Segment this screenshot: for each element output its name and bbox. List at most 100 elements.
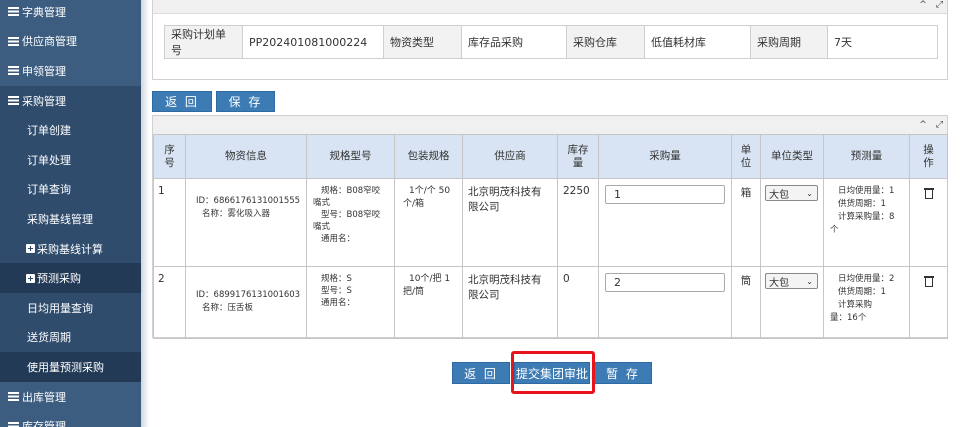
row-number: 2 <box>153 266 186 339</box>
package-line: 个/箱 <box>403 199 425 209</box>
list-icon <box>8 7 19 16</box>
back-button[interactable]: 返 回 <box>152 91 212 112</box>
item-name: 名称：压舌板 <box>202 303 254 313</box>
collapse-icon[interactable]: ^ <box>919 0 927 10</box>
generic-name-line: 通用名： <box>321 234 356 244</box>
forecast-line: 日均使用量：2 <box>838 274 895 284</box>
sidebar-item-outbound[interactable]: 出库管理 <box>0 381 141 412</box>
model-line: 型号：B08窄咬 <box>321 210 381 220</box>
list-icon <box>8 96 19 105</box>
plan-no-value: PP202401081000224 <box>242 25 384 59</box>
sidebar-shadow <box>141 0 149 427</box>
panel-header: ^ ⤢ <box>153 116 947 135</box>
sidebar-item-usage-forecast[interactable]: 使用量预测采购 <box>0 352 141 382</box>
col-header: 单位 <box>731 134 761 179</box>
spec-line: 规格：S <box>321 274 352 284</box>
plus-icon <box>26 244 35 254</box>
chevron-down-icon: ⌄ <box>806 276 813 286</box>
chevron-down-icon: ⌄ <box>806 188 813 198</box>
forecast-line: 量：16个 <box>830 313 867 323</box>
spec-line: 嘴式 <box>313 198 331 208</box>
sidebar-item-inventory[interactable]: 库存管理 <box>0 411 141 427</box>
col-header: 操作 <box>909 134 948 179</box>
warehouse-value: 低值耗材库 <box>644 25 751 59</box>
item-spec: 规格：B08窄咬 嘴式 型号：B08窄咬 嘴式 通用名： <box>306 178 395 267</box>
item-supplier: 北京明茂科技有 限公司 <box>462 266 558 339</box>
trash-icon[interactable] <box>923 275 934 287</box>
item-qty-cell <box>598 266 732 339</box>
item-stock: 2250 <box>557 178 599 267</box>
item-id: ID：6866176131001555 <box>196 196 301 206</box>
type-label: 物资类型 <box>383 25 462 59</box>
table-row: 2 ID：6899176131001603 名称：压舌板 规格：S 型号：S 通… <box>153 266 948 339</box>
table-row: 1 ID：6866176131001555 名称：雾化吸入器 规格：B08窄咬 … <box>153 178 948 267</box>
sidebar-item-order-process[interactable]: 订单处理 <box>0 144 141 175</box>
period-value: 7天 <box>827 25 938 59</box>
sidebar: 字典管理 供应商管理 申领管理 采购管理 订单创建 订单处理 订单查询 采购基线… <box>0 0 141 427</box>
col-header-label: 序号 <box>164 143 175 169</box>
sidebar-item-label: 申领管理 <box>22 64 66 78</box>
sidebar-item-dictionary[interactable]: 字典管理 <box>0 0 141 27</box>
sidebar-item-supplier[interactable]: 供应商管理 <box>0 26 141 57</box>
sidebar-item-label: 供应商管理 <box>22 35 77 49</box>
sidebar-item-forecast-purchase[interactable]: 预测采购 <box>0 263 141 293</box>
sidebar-item-label: 出库管理 <box>22 390 66 404</box>
model-line: 嘴式 <box>313 222 331 232</box>
sidebar-item-label: 日均用量查询 <box>27 301 93 315</box>
col-header-label: 单位 <box>740 143 752 169</box>
panel-header: ^ ⤢ <box>153 0 947 14</box>
expand-icon[interactable]: ⤢ <box>936 120 943 130</box>
sidebar-item-order-create[interactable]: 订单创建 <box>0 115 141 145</box>
back-bottom-button[interactable]: 返 回 <box>452 362 510 384</box>
item-id: ID：6899176131001603 <box>196 290 301 300</box>
supplier-line: 限公司 <box>468 289 500 301</box>
forecast-line: 个 <box>830 225 839 235</box>
item-actions <box>909 178 948 267</box>
sidebar-item-purchase[interactable]: 采购管理 <box>0 85 141 116</box>
item-stock: 0 <box>557 266 599 339</box>
supplier-line: 限公司 <box>468 201 500 213</box>
list-icon <box>8 66 19 75</box>
sidebar-item-label: 字典管理 <box>22 5 66 19</box>
generic-name-line: 通用名： <box>321 298 356 308</box>
plan-info-table: 采购计划单号 PP202401081000224 物资类型 库存品采购 采购仓库… <box>164 25 938 59</box>
sidebar-item-label: 采购基线计算 <box>37 242 103 256</box>
trash-icon[interactable] <box>923 187 934 199</box>
sidebar-item-label: 订单创建 <box>27 124 71 138</box>
highlight-box <box>511 351 595 394</box>
table-header-row: 序号 物资信息 规格型号 包装规格 供应商 库存量 采购量 单位 单位类型 预测… <box>153 134 948 179</box>
col-header: 规格型号 <box>306 134 395 179</box>
forecast-line: 计算采购 <box>838 300 873 310</box>
purchase-qty-input[interactable] <box>605 273 725 292</box>
unit-type-value: 大包 <box>769 189 789 201</box>
collapse-icon[interactable]: ^ <box>919 120 927 130</box>
list-icon <box>8 421 19 427</box>
unit-type-select[interactable]: 大包 ⌄ <box>765 273 818 289</box>
item-unit: 箱 <box>731 178 761 267</box>
list-icon <box>8 36 19 46</box>
sidebar-item-order-query[interactable]: 订单查询 <box>0 174 141 205</box>
sidebar-item-label: 采购管理 <box>22 94 66 108</box>
panel-tools: ^ ⤢ <box>919 120 943 130</box>
plus-icon <box>26 273 35 283</box>
forecast-line: 供货周期：1 <box>838 287 886 297</box>
unit-type-value: 大包 <box>769 277 789 289</box>
item-package: 1个/个 50 个/箱 <box>394 178 463 267</box>
item-forecast: 日均使用量：1 供货周期：1 计算采购量：8 个 <box>823 178 910 267</box>
warehouse-label: 采购仓库 <box>566 25 645 59</box>
package-line: 1个/个 50 <box>409 186 451 196</box>
purchase-qty-input[interactable] <box>605 185 725 204</box>
col-header-label: 操作 <box>923 143 934 169</box>
sidebar-item-requisition[interactable]: 申领管理 <box>0 56 141 86</box>
save-button[interactable]: 保 存 <box>216 91 275 112</box>
sidebar-item-delivery-cycle[interactable]: 送货周期 <box>0 322 141 353</box>
sidebar-item-baseline-manage[interactable]: 采购基线管理 <box>0 204 141 234</box>
package-line: 10个/把 1 <box>409 274 451 284</box>
sidebar-item-baseline-calc[interactable]: 采购基线计算 <box>0 233 141 264</box>
supplier-line: 北京明茂科技有 <box>468 186 542 198</box>
expand-icon[interactable]: ⤢ <box>936 0 943 10</box>
sidebar-item-daily-usage[interactable]: 日均用量查询 <box>0 292 141 323</box>
model-line: 型号：S <box>321 286 352 296</box>
draft-button[interactable]: 暂 存 <box>594 362 652 384</box>
unit-type-select[interactable]: 大包 ⌄ <box>765 185 818 201</box>
